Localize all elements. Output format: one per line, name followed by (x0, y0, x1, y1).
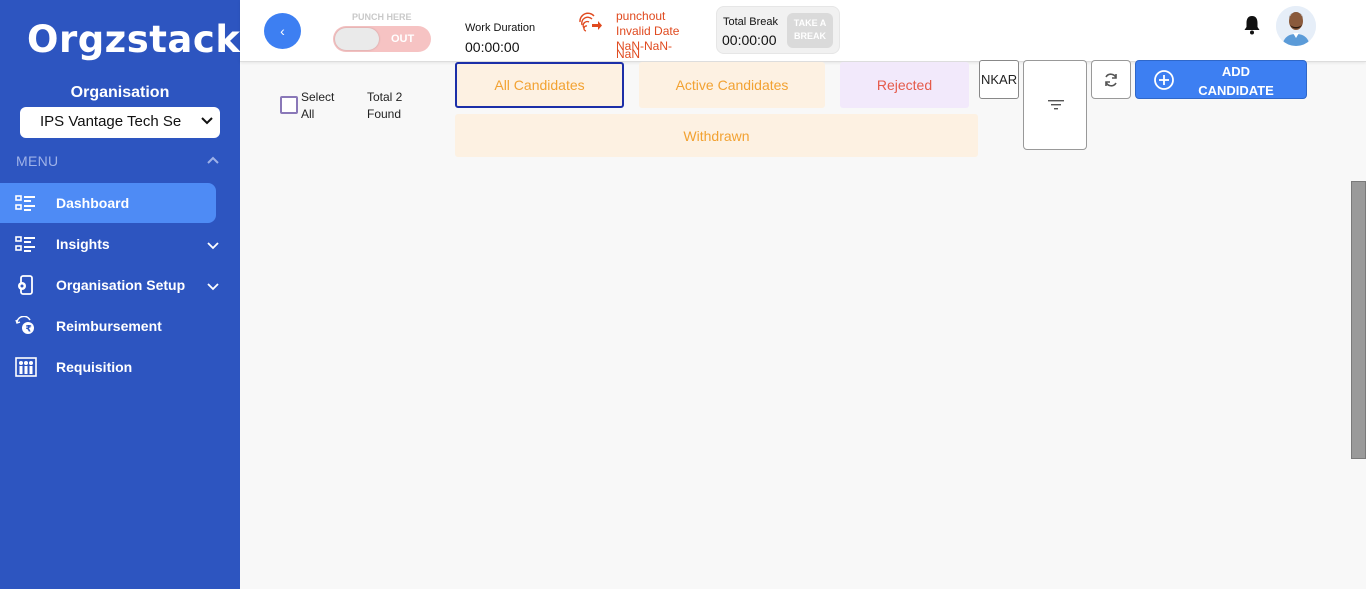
punch-label: PUNCH HERE (352, 12, 412, 22)
total-break-value: 00:00:00 (722, 32, 777, 48)
svg-text:₹: ₹ (26, 325, 32, 335)
select-all-label: Select All (301, 89, 347, 123)
sidebar-item-label: Requisition (56, 359, 133, 375)
sidebar-item-organisation-setup[interactable]: Organisation Setup (0, 265, 219, 305)
total-break-label: Total Break (723, 16, 779, 28)
money-exchange-icon: ₹ (15, 316, 34, 335)
organisation-label: Organisation (70, 84, 170, 101)
avatar[interactable] (1276, 6, 1316, 46)
menu-title: MENU (16, 153, 59, 169)
refresh-button[interactable] (1091, 60, 1131, 99)
select-all-checkbox[interactable] (280, 96, 298, 114)
punch-status-date: Invalid Date (616, 24, 680, 38)
back-button[interactable]: ‹ (264, 13, 301, 49)
chevron-down-icon (201, 117, 213, 125)
organisation-select[interactable]: IPS Vantage Tech Se (20, 107, 220, 138)
bell-icon[interactable] (1243, 15, 1261, 35)
chevron-down-icon (207, 283, 219, 291)
user-avatar-icon (1276, 6, 1316, 46)
organisation-select-value: IPS Vantage Tech Se (40, 113, 182, 130)
app-logo[interactable]: Orgzstack (27, 18, 240, 61)
sidebar-item-label: Dashboard (56, 195, 130, 211)
total-found-text: Found (367, 107, 402, 121)
add-candidate-label: ADD CANDIDATE (1192, 62, 1280, 100)
chevron-up-icon[interactable] (206, 154, 220, 168)
take-break-label-1: TAKE A (793, 18, 827, 28)
work-duration-label: Work Duration (465, 22, 536, 34)
sidebar-item-insights[interactable]: Insights (0, 224, 219, 264)
filter-button[interactable] (1023, 60, 1087, 150)
sidebar-item-label: Insights (56, 236, 110, 252)
add-label-line-2: CANDIDATE (1198, 83, 1274, 98)
punch-status: punchout Invalid Date NaN-NaN- NaN (616, 9, 679, 62)
search-input[interactable]: NKAR (979, 60, 1019, 99)
phone-settings-icon (18, 275, 33, 295)
punch-toggle-knob (335, 28, 379, 50)
top-header: ‹ PUNCH HERE OUT Work Duration 00:00:00 … (240, 0, 1366, 62)
sidebar-item-dashboard[interactable]: Dashboard (0, 183, 216, 223)
list-icon (15, 236, 35, 252)
tab-active-candidates[interactable]: Active Candidates (639, 62, 825, 108)
add-candidate-button[interactable]: ADD CANDIDATE (1135, 60, 1307, 99)
list-icon (15, 195, 35, 211)
sidebar-item-label: Organisation Setup (56, 277, 186, 293)
take-break-label-2: BREAK (793, 31, 826, 41)
add-label-line-1: ADD (1221, 64, 1251, 79)
plus-circle-icon (1154, 70, 1174, 90)
people-icon (15, 357, 37, 377)
fingerprint-icon (579, 12, 602, 32)
select-all-text-2: All (301, 107, 315, 121)
total-count-text: Total 2 (367, 90, 403, 104)
sidebar: Orgzstack Organisation IPS Vantage Tech … (0, 0, 240, 589)
tab-withdrawn[interactable]: Withdrawn (455, 114, 978, 157)
punch-state-label: OUT (391, 33, 415, 45)
tab-rejected[interactable]: Rejected (840, 62, 969, 108)
sidebar-item-label: Reimbursement (56, 318, 162, 334)
tab-all-candidates[interactable]: All Candidates (455, 62, 624, 108)
punch-toggle[interactable]: OUT (333, 26, 431, 52)
total-found: Total 2 Found (367, 89, 419, 123)
work-duration-value: 00:00:00 (465, 39, 520, 55)
sidebar-item-reimbursement[interactable]: ₹ Reimbursement (0, 306, 216, 346)
sidebar-item-requisition[interactable]: Requisition (0, 347, 216, 387)
select-all-text-1: Select (301, 90, 335, 104)
chevron-down-icon (207, 242, 219, 250)
filter-icon (1048, 100, 1064, 110)
take-break-button[interactable]: TAKE A BREAK (787, 13, 833, 48)
vertical-scrollbar[interactable] (1351, 181, 1366, 459)
refresh-icon (1105, 73, 1117, 87)
total-break-box: Total Break 00:00:00 TAKE A BREAK (716, 6, 840, 54)
punch-status-text: punchout (616, 9, 666, 23)
